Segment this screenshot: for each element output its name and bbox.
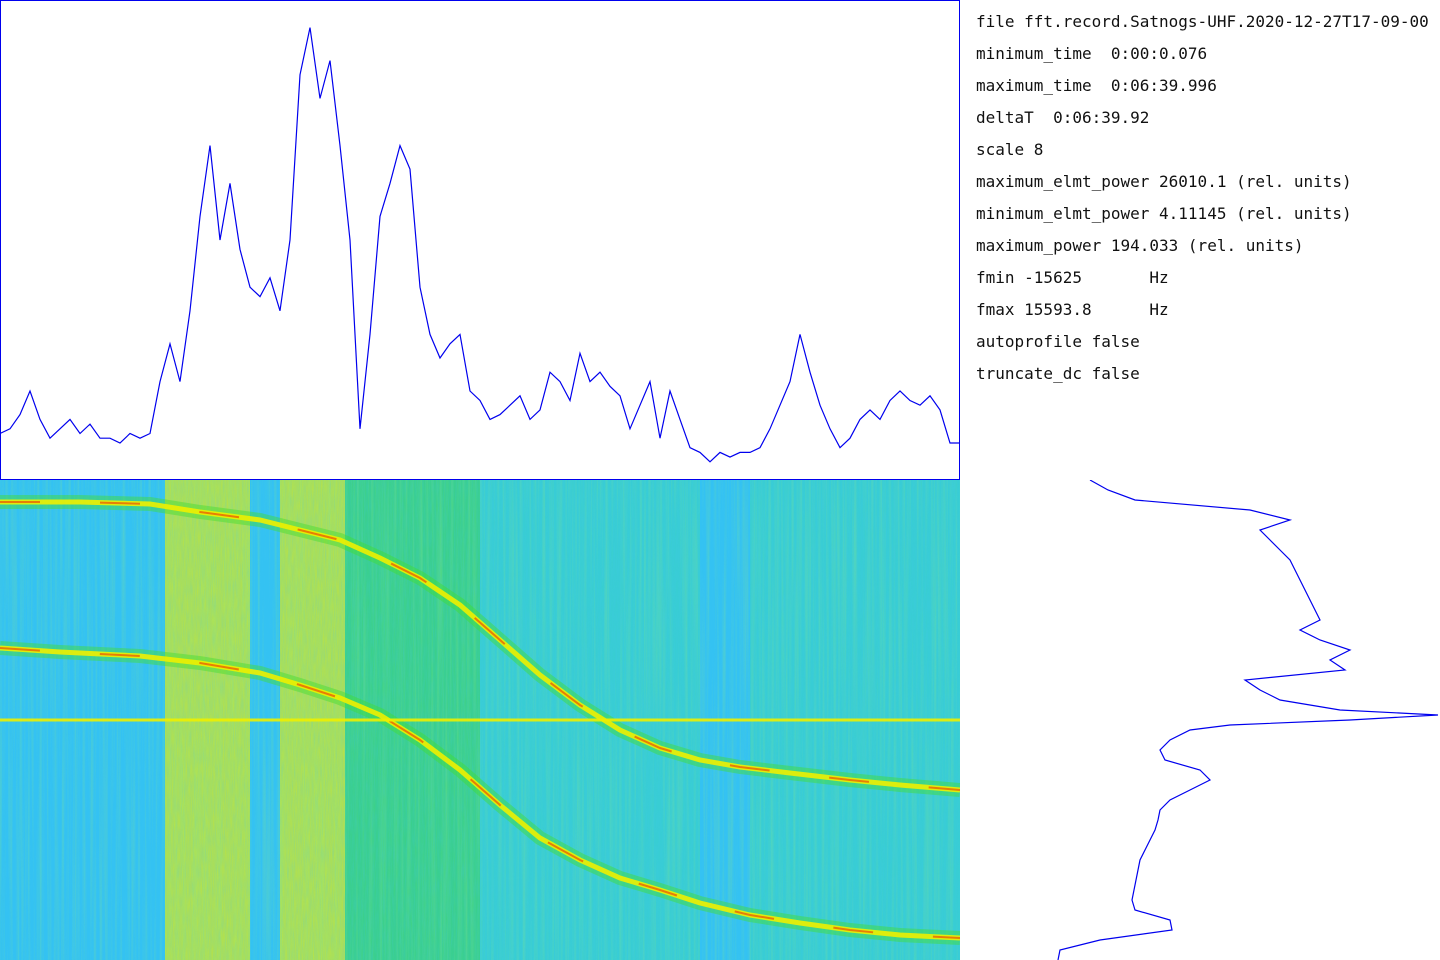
waterfall-spectrogram <box>0 480 960 960</box>
info-delta-t: deltaT 0:06:39.92 <box>976 108 1150 127</box>
frequency-profile-svg <box>1057 480 1439 960</box>
frequency-series-line <box>1057 480 1439 960</box>
power-profile-svg <box>0 0 960 480</box>
info-fmax: fmax 15593.8 Hz <box>976 300 1169 319</box>
info-scale: scale 8 <box>976 140 1044 159</box>
info-minimum-time: minimum_time 0:00:0.076 <box>976 44 1208 63</box>
info-maximum-time: maximum_time 0:06:39.996 <box>976 76 1217 95</box>
frequency-trace-group <box>1057 480 1439 960</box>
profile-frame <box>0 0 960 480</box>
info-truncate-dc: truncate_dc false <box>976 364 1140 383</box>
info-max-power: maximum_power 194.033 (rel. units) <box>976 236 1304 255</box>
info-max-elmt-power: maximum_elmt_power 26010.1 (rel. units) <box>976 172 1352 191</box>
info-fmin: fmin -15625 Hz <box>976 268 1169 287</box>
info-min-elmt-power: minimum_elmt_power 4.11145 (rel. units) <box>976 204 1352 223</box>
info-autoprofile: autoprofile false <box>976 332 1140 351</box>
frequency-profile-chart <box>960 480 1440 960</box>
waterfall-svg <box>0 480 960 960</box>
metadata-panel: file fft.record.Satnogs-UHF.2020-12-27T1… <box>976 8 1440 408</box>
power-profile-chart <box>0 0 960 480</box>
info-file: file fft.record.Satnogs-UHF.2020-12-27T1… <box>976 12 1429 31</box>
